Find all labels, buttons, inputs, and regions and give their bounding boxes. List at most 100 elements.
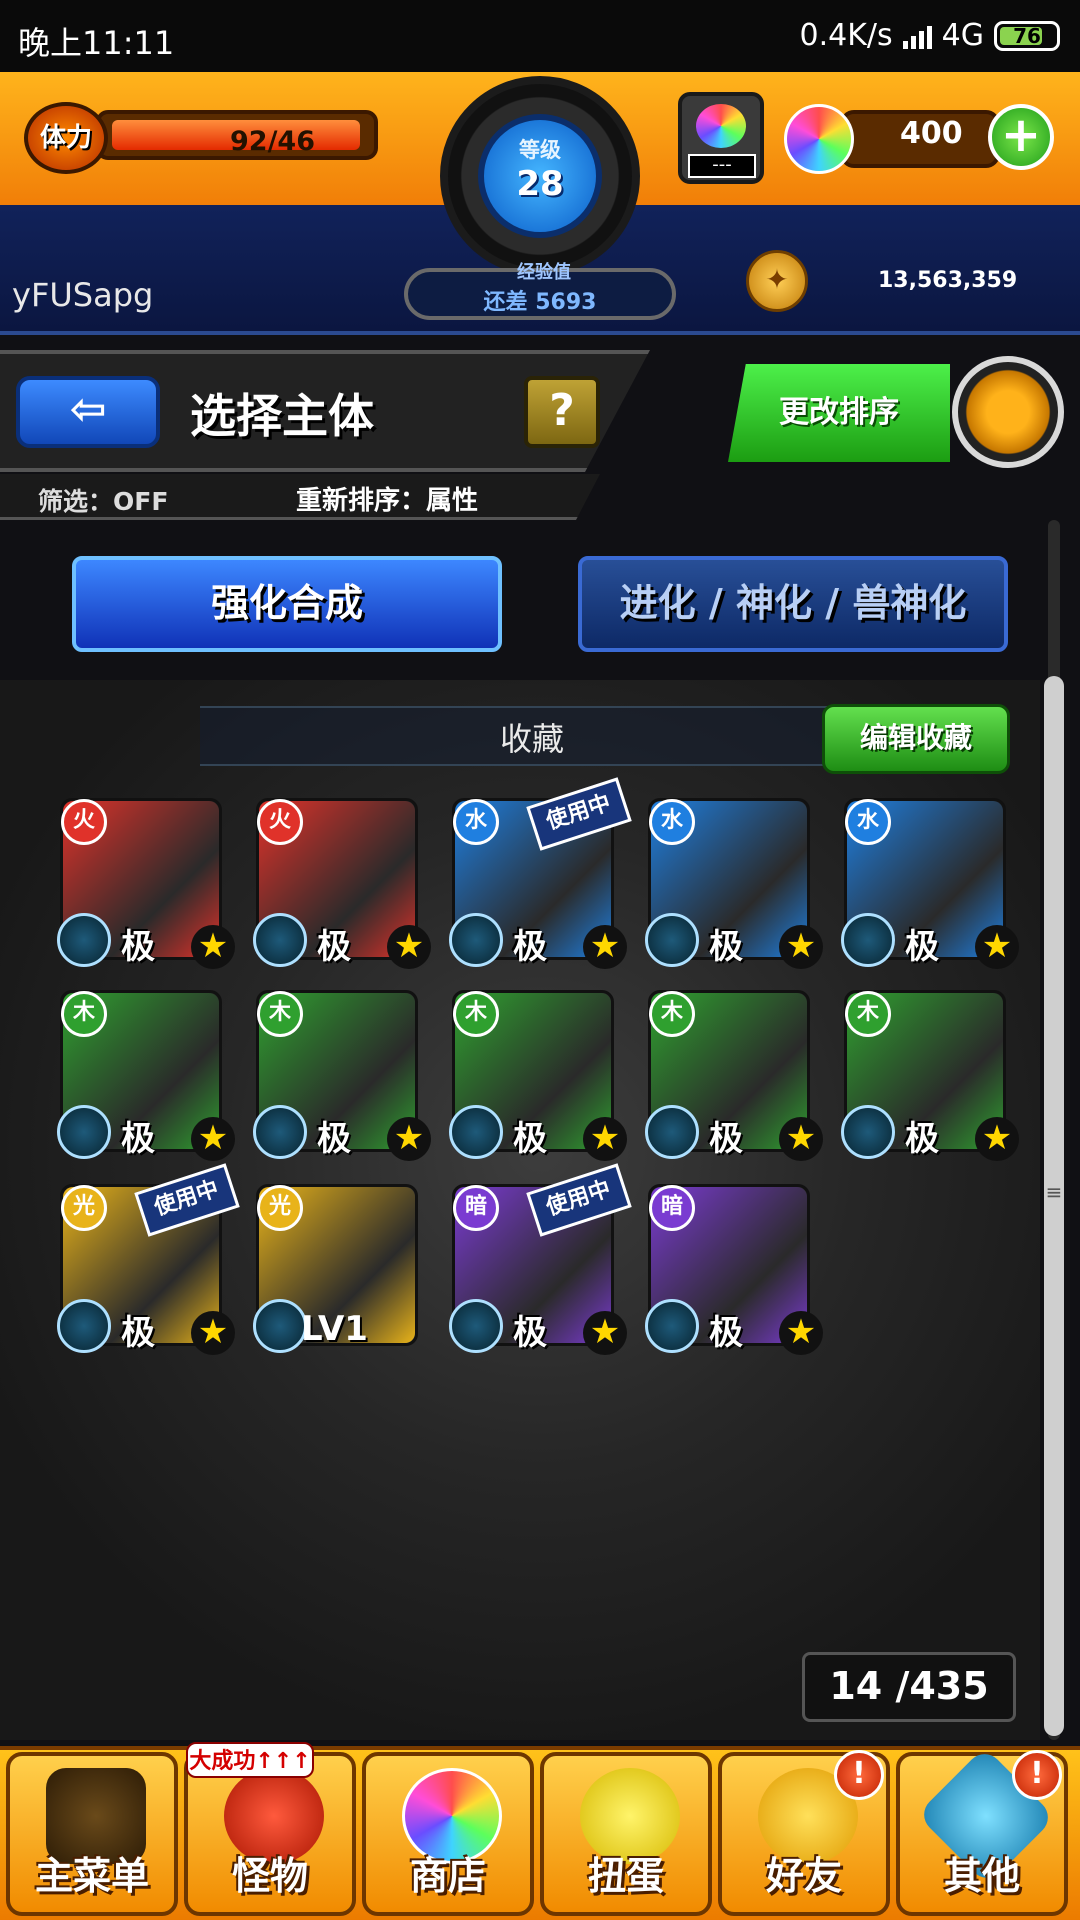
luck-orb-icon bbox=[253, 913, 307, 967]
monster-card[interactable]: 火极 ★ bbox=[57, 798, 235, 969]
nav-label: 商店 bbox=[409, 1854, 486, 1898]
element-icon: 光 bbox=[257, 1185, 303, 1231]
nav-friends[interactable]: ! 好友 bbox=[718, 1750, 890, 1916]
nav-label: 好友 bbox=[765, 1854, 842, 1898]
rainbow-orb-icon bbox=[784, 104, 854, 174]
luck-orb-icon bbox=[57, 1105, 111, 1159]
rank-badge: 极 bbox=[709, 1313, 743, 1353]
element-icon: 暗 bbox=[453, 1185, 499, 1231]
level-badge[interactable]: 等级 28 bbox=[478, 114, 602, 238]
luck-orb-icon bbox=[645, 913, 699, 967]
nav-label: 怪物 bbox=[231, 1854, 308, 1898]
rank-badge: 极 bbox=[317, 1119, 351, 1159]
exp-box: 经验值 还差 5693 bbox=[404, 262, 676, 320]
monster-card[interactable]: 暗极 ★ 使用中 bbox=[449, 1163, 632, 1355]
star-icon: ★ bbox=[191, 1117, 235, 1161]
rank-badge: 极 bbox=[121, 927, 155, 967]
star-icon: ★ bbox=[387, 1117, 431, 1161]
alert-icon: ! bbox=[834, 1750, 884, 1800]
gem-slot-button[interactable]: --- bbox=[678, 92, 764, 184]
nav-label: 主菜单 bbox=[34, 1854, 149, 1898]
nav-main-menu[interactable]: 主菜单 bbox=[6, 1752, 178, 1916]
star-icon: ★ bbox=[583, 925, 627, 969]
element-icon: 木 bbox=[845, 991, 891, 1037]
monster-card[interactable]: 水极 ★ bbox=[841, 798, 1019, 969]
star-icon: ★ bbox=[387, 925, 431, 969]
element-icon: 暗 bbox=[649, 1185, 695, 1231]
luck-orb-icon bbox=[645, 1299, 699, 1353]
luck-orb-icon bbox=[841, 913, 895, 967]
level-value: 28 bbox=[516, 164, 564, 204]
monster-card[interactable]: 木极 ★ bbox=[841, 990, 1019, 1161]
element-icon: 水 bbox=[649, 799, 695, 845]
nav-shop[interactable]: 商店 bbox=[362, 1752, 534, 1916]
element-icon: 水 bbox=[845, 799, 891, 845]
star-icon: ★ bbox=[779, 1311, 823, 1355]
element-icon: 水 bbox=[453, 799, 499, 845]
signal-icon bbox=[902, 23, 932, 49]
rank-badge: 极 bbox=[513, 927, 547, 967]
favorites-title: 收藏 bbox=[500, 720, 565, 758]
monster-card[interactable]: 光极 ★ 使用中 bbox=[57, 1163, 240, 1355]
gem-icon bbox=[696, 104, 746, 148]
rank-badge: 极 bbox=[513, 1119, 547, 1159]
network-speed: 0.4K/s bbox=[799, 18, 893, 53]
stamina-icon: 体力 bbox=[24, 102, 108, 174]
back-button[interactable]: ⇦ bbox=[16, 376, 160, 448]
change-sort-button[interactable]: 更改排序 bbox=[728, 364, 950, 462]
star-icon: ★ bbox=[583, 1311, 627, 1355]
tab-evolve[interactable]: 进化 / 神化 / 兽神化 bbox=[578, 556, 1008, 652]
monster-card[interactable]: 暗极 ★ bbox=[645, 1184, 823, 1355]
resort-toggle[interactable]: 重新排序：属性 bbox=[296, 480, 478, 517]
rank-badge: 极 bbox=[317, 927, 351, 967]
rank-badge: 极 bbox=[709, 1119, 743, 1159]
gold-value: 13,563,359 bbox=[878, 268, 1018, 293]
battery-icon: 76 bbox=[994, 20, 1060, 51]
star-icon: ★ bbox=[583, 1117, 627, 1161]
alert-icon: ! bbox=[1012, 1750, 1062, 1800]
rank-badge: 极 bbox=[905, 927, 939, 967]
luck-orb-icon bbox=[449, 1105, 503, 1159]
tab-enhance-fusion[interactable]: 强化合成 bbox=[72, 556, 502, 652]
monster-card[interactable]: 光 LV1 bbox=[253, 1184, 418, 1353]
nav-gacha[interactable]: 扭蛋 bbox=[540, 1752, 712, 1916]
nav-label: 其他 bbox=[943, 1854, 1020, 1898]
monster-card[interactable]: 木极 ★ bbox=[253, 990, 431, 1161]
star-icon: ★ bbox=[779, 1117, 823, 1161]
box-counter: 14 /435 bbox=[802, 1652, 1016, 1722]
monster-card[interactable]: 水极 ★ bbox=[645, 798, 823, 969]
monster-card[interactable]: 木极 ★ bbox=[57, 990, 235, 1161]
monster-card[interactable]: 木极 ★ bbox=[449, 990, 627, 1161]
edit-favorites-button[interactable]: 编辑收藏 bbox=[822, 704, 1010, 774]
luck-orb-icon bbox=[449, 1299, 503, 1353]
monster-card[interactable]: 木极 ★ bbox=[645, 990, 823, 1161]
star-icon: ★ bbox=[779, 925, 823, 969]
luck-orb-icon bbox=[449, 913, 503, 967]
element-icon: 木 bbox=[649, 991, 695, 1037]
nav-other[interactable]: ! 其他 bbox=[896, 1746, 1068, 1916]
monster-card[interactable]: 水极 ★ 使用中 bbox=[449, 777, 632, 969]
buy-orbs-button[interactable]: + bbox=[988, 104, 1054, 170]
gold-coin-icon: ✦ bbox=[746, 250, 808, 312]
filter-toggle[interactable]: 筛选：OFF bbox=[38, 482, 168, 518]
star-icon: ★ bbox=[191, 925, 235, 969]
network-type: 4G bbox=[941, 18, 984, 53]
sun-element-icon[interactable] bbox=[952, 356, 1064, 468]
help-button[interactable]: ? bbox=[524, 376, 600, 448]
stamina-value: 92/46 bbox=[230, 126, 316, 157]
back-arrow-icon: ⇦ bbox=[69, 384, 107, 435]
rank-badge: 极 bbox=[709, 927, 743, 967]
luck-orb-icon bbox=[57, 913, 111, 967]
exp-remaining: 还差 5693 bbox=[483, 290, 597, 315]
element-icon: 木 bbox=[453, 991, 499, 1037]
orb-value: 400 bbox=[900, 116, 963, 151]
luck-orb-icon bbox=[253, 1105, 307, 1159]
luck-orb-icon bbox=[253, 1299, 307, 1353]
status-right: 0.4K/s 4G 76 bbox=[800, 18, 1060, 53]
element-icon: 光 bbox=[61, 1185, 107, 1231]
monster-card[interactable]: 火极 ★ bbox=[253, 798, 431, 969]
luck-orb-icon bbox=[841, 1105, 895, 1159]
rank-badge: 极 bbox=[513, 1313, 547, 1353]
scroll-grip-icon: ≡ bbox=[1045, 1180, 1063, 1204]
element-icon: 火 bbox=[61, 799, 107, 845]
